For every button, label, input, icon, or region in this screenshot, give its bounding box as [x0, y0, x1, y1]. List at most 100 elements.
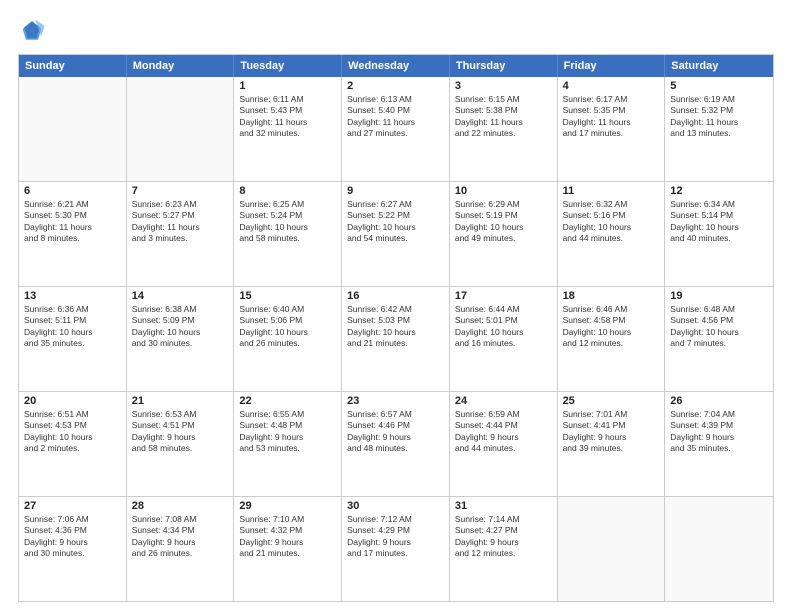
cell-info: Sunrise: 6:40 AM Sunset: 5:06 PM Dayligh…	[239, 304, 336, 350]
cell-info: Sunrise: 6:29 AM Sunset: 5:19 PM Dayligh…	[455, 199, 552, 245]
cell-info: Sunrise: 6:59 AM Sunset: 4:44 PM Dayligh…	[455, 409, 552, 455]
day-number: 28	[132, 500, 229, 512]
calendar-cell: 22 Sunrise: 6:55 AM Sunset: 4:48 PM Dayli…	[234, 392, 342, 496]
day-number: 31	[455, 500, 552, 512]
calendar-cell: 23 Sunrise: 6:57 AM Sunset: 4:46 PM Dayli…	[342, 392, 450, 496]
cell-info: Sunrise: 6:21 AM Sunset: 5:30 PM Dayligh…	[24, 199, 121, 245]
cell-info: Sunrise: 6:23 AM Sunset: 5:27 PM Dayligh…	[132, 199, 229, 245]
cell-info: Sunrise: 6:36 AM Sunset: 5:11 PM Dayligh…	[24, 304, 121, 350]
day-number: 26	[670, 395, 768, 407]
calendar-cell: 19 Sunrise: 6:48 AM Sunset: 4:56 PM Dayli…	[665, 287, 773, 391]
cell-info: Sunrise: 7:01 AM Sunset: 4:41 PM Dayligh…	[563, 409, 660, 455]
calendar-cell: 11 Sunrise: 6:32 AM Sunset: 5:16 PM Dayli…	[558, 182, 666, 286]
day-number: 9	[347, 185, 444, 197]
day-number: 14	[132, 290, 229, 302]
calendar-cell	[558, 497, 666, 601]
logo	[18, 18, 50, 46]
day-number: 22	[239, 395, 336, 407]
calendar-cell	[19, 77, 127, 181]
calendar: SundayMondayTuesdayWednesdayThursdayFrid…	[18, 54, 774, 602]
cell-info: Sunrise: 6:55 AM Sunset: 4:48 PM Dayligh…	[239, 409, 336, 455]
calendar-cell: 14 Sunrise: 6:38 AM Sunset: 5:09 PM Dayli…	[127, 287, 235, 391]
day-number: 11	[563, 185, 660, 197]
calendar-cell: 15 Sunrise: 6:40 AM Sunset: 5:06 PM Dayli…	[234, 287, 342, 391]
calendar-cell: 30Sunrise: 7:12 AM Sunset: 4:29 PM Dayli…	[342, 497, 450, 601]
calendar-cell: 17 Sunrise: 6:44 AM Sunset: 5:01 PM Dayli…	[450, 287, 558, 391]
calendar-cell: 21Sunrise: 6:53 AM Sunset: 4:51 PM Dayli…	[127, 392, 235, 496]
day-number: 20	[24, 395, 121, 407]
calendar-cell: 1Sunrise: 6:11 AM Sunset: 5:43 PM Daylig…	[234, 77, 342, 181]
day-number: 19	[670, 290, 768, 302]
weekday-header-tuesday: Tuesday	[234, 55, 342, 77]
weekday-header-friday: Friday	[558, 55, 666, 77]
cell-info: Sunrise: 7:06 AM Sunset: 4:36 PM Dayligh…	[24, 514, 121, 560]
calendar-cell: 28Sunrise: 7:08 AM Sunset: 4:34 PM Dayli…	[127, 497, 235, 601]
cell-info: Sunrise: 6:17 AM Sunset: 5:35 PM Dayligh…	[563, 94, 660, 140]
cell-info: Sunrise: 6:32 AM Sunset: 5:16 PM Dayligh…	[563, 199, 660, 245]
cell-info: Sunrise: 6:53 AM Sunset: 4:51 PM Dayligh…	[132, 409, 229, 455]
cell-info: Sunrise: 6:57 AM Sunset: 4:46 PM Dayligh…	[347, 409, 444, 455]
calendar-cell: 6 Sunrise: 6:21 AM Sunset: 5:30 PM Daylig…	[19, 182, 127, 286]
calendar-cell: 12Sunrise: 6:34 AM Sunset: 5:14 PM Dayli…	[665, 182, 773, 286]
cell-info: Sunrise: 6:19 AM Sunset: 5:32 PM Dayligh…	[670, 94, 768, 140]
day-number: 17	[455, 290, 552, 302]
day-number: 7	[132, 185, 229, 197]
calendar-header: SundayMondayTuesdayWednesdayThursdayFrid…	[19, 55, 773, 77]
header	[18, 18, 774, 46]
calendar-row-4: 27 Sunrise: 7:06 AM Sunset: 4:36 PM Dayli…	[19, 496, 773, 601]
cell-info: Sunrise: 6:42 AM Sunset: 5:03 PM Dayligh…	[347, 304, 444, 350]
calendar-cell: 27 Sunrise: 7:06 AM Sunset: 4:36 PM Dayli…	[19, 497, 127, 601]
calendar-cell	[127, 77, 235, 181]
cell-info: Sunrise: 6:48 AM Sunset: 4:56 PM Dayligh…	[670, 304, 768, 350]
cell-info: Sunrise: 7:10 AM Sunset: 4:32 PM Dayligh…	[239, 514, 336, 560]
cell-info: Sunrise: 6:38 AM Sunset: 5:09 PM Dayligh…	[132, 304, 229, 350]
calendar-cell: 13 Sunrise: 6:36 AM Sunset: 5:11 PM Dayli…	[19, 287, 127, 391]
weekday-header-sunday: Sunday	[19, 55, 127, 77]
cell-info: Sunrise: 7:12 AM Sunset: 4:29 PM Dayligh…	[347, 514, 444, 560]
calendar-cell: 24 Sunrise: 6:59 AM Sunset: 4:44 PM Dayli…	[450, 392, 558, 496]
calendar-cell: 25Sunrise: 7:01 AM Sunset: 4:41 PM Dayli…	[558, 392, 666, 496]
calendar-cell: 3Sunrise: 6:15 AM Sunset: 5:38 PM Daylig…	[450, 77, 558, 181]
weekday-header-saturday: Saturday	[665, 55, 773, 77]
day-number: 29	[239, 500, 336, 512]
cell-info: Sunrise: 6:11 AM Sunset: 5:43 PM Dayligh…	[239, 94, 336, 140]
cell-info: Sunrise: 7:04 AM Sunset: 4:39 PM Dayligh…	[670, 409, 768, 455]
logo-icon	[18, 18, 46, 46]
calendar-cell: 16 Sunrise: 6:42 AM Sunset: 5:03 PM Dayli…	[342, 287, 450, 391]
page: SundayMondayTuesdayWednesdayThursdayFrid…	[0, 0, 792, 612]
day-number: 23	[347, 395, 444, 407]
calendar-cell	[665, 497, 773, 601]
calendar-body: 1Sunrise: 6:11 AM Sunset: 5:43 PM Daylig…	[19, 77, 773, 601]
weekday-header-wednesday: Wednesday	[342, 55, 450, 77]
calendar-cell: 2 Sunrise: 6:13 AM Sunset: 5:40 PM Daylig…	[342, 77, 450, 181]
calendar-row-1: 6 Sunrise: 6:21 AM Sunset: 5:30 PM Daylig…	[19, 181, 773, 286]
calendar-cell: 8 Sunrise: 6:25 AM Sunset: 5:24 PM Daylig…	[234, 182, 342, 286]
day-number: 16	[347, 290, 444, 302]
day-number: 10	[455, 185, 552, 197]
calendar-cell: 5Sunrise: 6:19 AM Sunset: 5:32 PM Daylig…	[665, 77, 773, 181]
day-number: 2	[347, 80, 444, 92]
cell-info: Sunrise: 6:15 AM Sunset: 5:38 PM Dayligh…	[455, 94, 552, 140]
cell-info: Sunrise: 7:14 AM Sunset: 4:27 PM Dayligh…	[455, 514, 552, 560]
cell-info: Sunrise: 6:27 AM Sunset: 5:22 PM Dayligh…	[347, 199, 444, 245]
calendar-cell: 18Sunrise: 6:46 AM Sunset: 4:58 PM Dayli…	[558, 287, 666, 391]
cell-info: Sunrise: 6:44 AM Sunset: 5:01 PM Dayligh…	[455, 304, 552, 350]
day-number: 8	[239, 185, 336, 197]
calendar-cell: 20Sunrise: 6:51 AM Sunset: 4:53 PM Dayli…	[19, 392, 127, 496]
day-number: 24	[455, 395, 552, 407]
day-number: 4	[563, 80, 660, 92]
day-number: 13	[24, 290, 121, 302]
calendar-cell: 26 Sunrise: 7:04 AM Sunset: 4:39 PM Dayli…	[665, 392, 773, 496]
day-number: 18	[563, 290, 660, 302]
day-number: 27	[24, 500, 121, 512]
calendar-cell: 10 Sunrise: 6:29 AM Sunset: 5:19 PM Dayli…	[450, 182, 558, 286]
calendar-row-3: 20Sunrise: 6:51 AM Sunset: 4:53 PM Dayli…	[19, 391, 773, 496]
day-number: 15	[239, 290, 336, 302]
cell-info: Sunrise: 6:34 AM Sunset: 5:14 PM Dayligh…	[670, 199, 768, 245]
cell-info: Sunrise: 6:13 AM Sunset: 5:40 PM Dayligh…	[347, 94, 444, 140]
cell-info: Sunrise: 6:25 AM Sunset: 5:24 PM Dayligh…	[239, 199, 336, 245]
day-number: 6	[24, 185, 121, 197]
weekday-header-thursday: Thursday	[450, 55, 558, 77]
calendar-cell: 9 Sunrise: 6:27 AM Sunset: 5:22 PM Daylig…	[342, 182, 450, 286]
calendar-row-0: 1Sunrise: 6:11 AM Sunset: 5:43 PM Daylig…	[19, 77, 773, 181]
